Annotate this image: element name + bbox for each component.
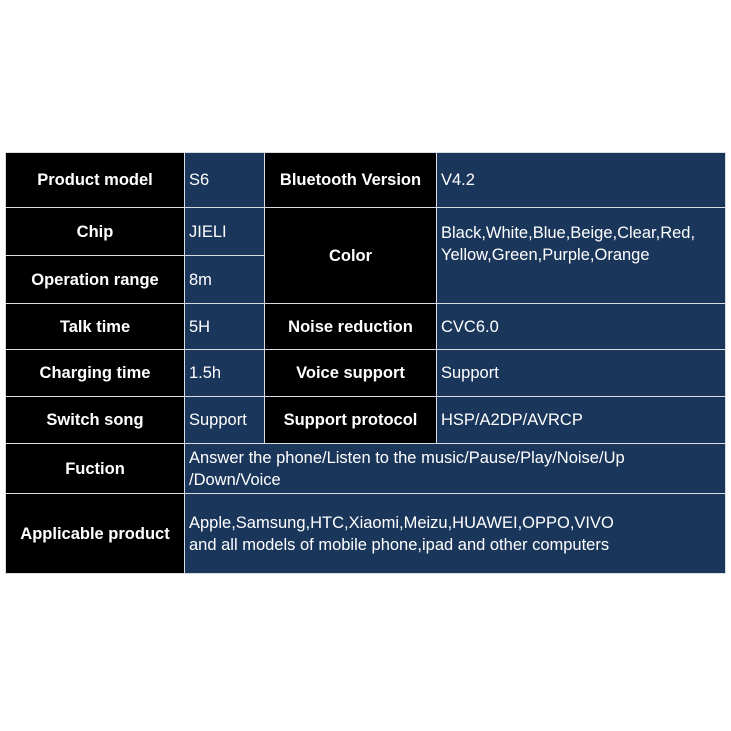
noise-reduction-value: CVC6.0 bbox=[436, 303, 726, 350]
applicable-product-value-line1: Apple,Samsung,HTC,Xiaomi,Meizu,HUAWEI,OP… bbox=[189, 513, 614, 532]
table-row: Charging time 1.5h Voice support Support bbox=[5, 349, 726, 397]
talk-time-label: Talk time bbox=[5, 303, 185, 350]
product-model-label: Product model bbox=[5, 152, 185, 208]
function-value: Answer the phone/Listen to the music/Pau… bbox=[184, 443, 726, 494]
chip-label: Chip bbox=[5, 207, 185, 256]
charging-time-value: 1.5h bbox=[184, 349, 265, 397]
switch-song-label: Switch song bbox=[5, 396, 185, 444]
color-value-line2: Yellow,Green,Purple,Orange bbox=[441, 246, 650, 264]
table-row: Fuction Answer the phone/Listen to the m… bbox=[5, 443, 726, 494]
product-model-value: S6 bbox=[184, 152, 265, 208]
applicable-product-label: Applicable product bbox=[5, 493, 185, 574]
chip-value: JIELI bbox=[184, 207, 265, 256]
noise-reduction-label: Noise reduction bbox=[264, 303, 437, 350]
table-row: Product model S6 Bluetooth Version V4.2 bbox=[5, 152, 726, 208]
table-row: Chip JIELI Color Black,White,Blue,Beige,… bbox=[5, 207, 726, 304]
applicable-product-value-line2: and all models of mobile phone,ipad and … bbox=[189, 535, 610, 554]
applicable-product-value: Apple,Samsung,HTC,Xiaomi,Meizu,HUAWEI,OP… bbox=[184, 493, 726, 574]
voice-support-label: Voice support bbox=[264, 349, 437, 397]
support-protocol-value: HSP/A2DP/AVRCP bbox=[436, 396, 726, 444]
color-label: Color bbox=[264, 207, 437, 304]
table-row: Switch song Support Support protocol HSP… bbox=[5, 396, 726, 444]
color-value-line1: Black,White,Blue,Beige,Clear,Red, bbox=[441, 224, 696, 242]
bluetooth-version-value: V4.2 bbox=[436, 152, 726, 208]
talk-time-value: 5H bbox=[184, 303, 265, 350]
spec-table: Product model S6 Bluetooth Version V4.2 … bbox=[5, 152, 726, 574]
function-label: Fuction bbox=[5, 443, 185, 494]
switch-song-value: Support bbox=[184, 396, 265, 444]
function-value-line2: /Down/Voice bbox=[189, 470, 281, 489]
operation-range-value: 8m bbox=[184, 255, 265, 304]
support-protocol-label: Support protocol bbox=[264, 396, 437, 444]
bluetooth-version-label: Bluetooth Version bbox=[264, 152, 437, 208]
voice-support-value: Support bbox=[436, 349, 726, 397]
operation-range-label: Operation range bbox=[5, 255, 185, 304]
function-value-line1: Answer the phone/Listen to the music/Pau… bbox=[189, 448, 625, 467]
table-row: Talk time 5H Noise reduction CVC6.0 bbox=[5, 303, 726, 350]
table-row: Applicable product Apple,Samsung,HTC,Xia… bbox=[5, 493, 726, 574]
color-value: Black,White,Blue,Beige,Clear,Red, Yellow… bbox=[436, 207, 726, 304]
charging-time-label: Charging time bbox=[5, 349, 185, 397]
